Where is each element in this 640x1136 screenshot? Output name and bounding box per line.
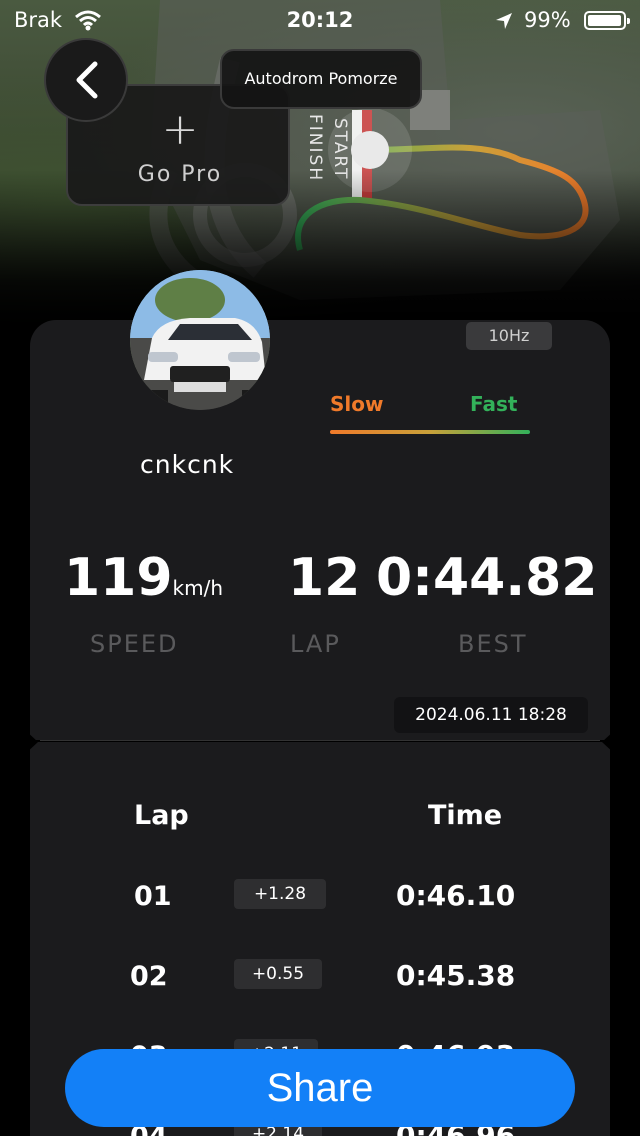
- lap-label: LAP: [290, 630, 341, 658]
- best-value: 0:44.82: [376, 548, 598, 608]
- speed-value: 119: [64, 548, 173, 608]
- track-name-badge: Autodrom Pomorze: [220, 49, 422, 109]
- card-divider: [40, 740, 600, 741]
- sample-rate-badge: 10Hz: [466, 322, 552, 350]
- session-datetime: 2024.06.11 18:28: [394, 697, 588, 733]
- lap-time: 0:46.10: [396, 879, 516, 912]
- table-row[interactable]: 02 +0.55 0:45.38: [30, 955, 610, 1005]
- go-pro-label: Go Pro: [137, 162, 223, 187]
- back-button[interactable]: [44, 38, 128, 122]
- username: cnkcnk: [140, 450, 235, 479]
- avatar[interactable]: [130, 270, 270, 410]
- status-bar: Brak 20:12 99%: [0, 0, 640, 40]
- share-button[interactable]: Share: [65, 1049, 575, 1127]
- session-card: [30, 320, 610, 740]
- time-column-header: Time: [428, 800, 503, 831]
- best-label: BEST: [458, 630, 528, 658]
- lap-time: 0:45.38: [396, 959, 516, 992]
- legend-fast-label: Fast: [470, 392, 518, 416]
- speed-label: SPEED: [90, 630, 179, 658]
- lap-delta-badge: +0.55: [234, 959, 322, 989]
- lap-value: 12: [288, 548, 361, 608]
- chevron-left-icon: [76, 61, 98, 99]
- lap-number: 02: [130, 961, 168, 992]
- location-arrow-icon: [496, 13, 512, 29]
- battery-percent: 99%: [524, 8, 571, 32]
- battery-icon: [584, 11, 630, 30]
- lap-column-header: Lap: [134, 800, 189, 831]
- table-row[interactable]: 01 +1.28 0:46.10: [30, 875, 610, 925]
- speed-stat: 119km/h: [64, 548, 223, 608]
- lap-delta-badge: +1.28: [234, 879, 326, 909]
- lap-number: 01: [134, 881, 172, 912]
- speed-unit: km/h: [172, 576, 224, 600]
- legend-slow-label: Slow: [330, 392, 384, 416]
- speed-legend-gradient: [330, 430, 530, 434]
- car-photo: [130, 270, 270, 410]
